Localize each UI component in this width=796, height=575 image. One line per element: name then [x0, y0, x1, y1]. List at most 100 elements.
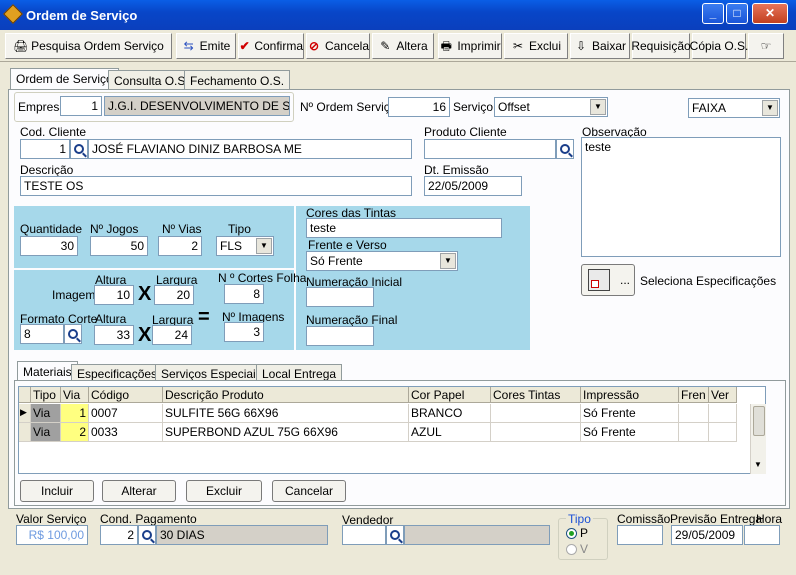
tab-ordem-servico[interactable]: Ordem de Serviço — [10, 68, 119, 90]
quantidade-field[interactable]: 30 — [20, 236, 78, 256]
grid-scrollbar[interactable]: ▼ — [750, 404, 766, 474]
jogos-field[interactable]: 50 — [90, 236, 148, 256]
tipo-group-label: Tipo — [566, 512, 593, 526]
table-cell[interactable]: SUPERBOND AZUL 75G 66X96 — [163, 423, 409, 442]
cancela-button[interactable]: ⊘ Cancela — [306, 33, 370, 59]
seleciona-spec-button[interactable]: ... — [581, 264, 635, 296]
column-header[interactable]: Cores Tintas — [491, 387, 581, 403]
subtab-local-entrega[interactable]: Local Entrega — [256, 364, 343, 381]
table-cell[interactable] — [491, 404, 581, 423]
column-header[interactable]: Fren — [679, 387, 709, 403]
subtab-especificacoes[interactable]: Especificações — [71, 364, 164, 381]
valor-servico-label: Valor Serviço — [16, 512, 87, 526]
cond-lookup-button[interactable] — [138, 525, 156, 545]
cond-code-field[interactable]: 2 — [100, 525, 138, 545]
cortes-field[interactable]: 8 — [224, 284, 264, 304]
imagem-altura-field[interactable]: 10 — [94, 285, 134, 305]
frente-verso-label: Frente e Verso — [308, 238, 387, 252]
maximize-button[interactable]: □ — [726, 3, 748, 24]
tab-fechamento-os[interactable]: Fechamento O.S. — [184, 70, 291, 90]
excluir-button[interactable]: Excluir — [186, 480, 262, 502]
table-cell[interactable]: BRANCO — [409, 404, 491, 423]
valor-servico-field[interactable]: R$ 100,00 — [16, 525, 88, 545]
chevron-down-icon[interactable]: ▼ — [256, 238, 272, 254]
column-header[interactable]: Código — [89, 387, 163, 403]
table-cell[interactable]: 1 — [61, 404, 89, 423]
confirma-button[interactable]: ✔ Confirma — [238, 33, 304, 59]
table-cell[interactable]: Via — [31, 404, 61, 423]
vendedor-code-field[interactable] — [342, 525, 386, 545]
incluir-button[interactable]: Incluir — [20, 480, 94, 502]
nimagens-field[interactable]: 3 — [224, 322, 264, 342]
table-cell[interactable] — [491, 423, 581, 442]
cliente-lookup-button[interactable] — [70, 139, 88, 159]
chevron-down-icon[interactable]: ▼ — [590, 99, 606, 115]
num-final-field[interactable] — [306, 326, 374, 346]
column-header[interactable]: Descrição Produto — [163, 387, 409, 403]
vendedor-lookup-button[interactable] — [386, 525, 404, 545]
cancelar-button[interactable]: Cancelar — [272, 480, 346, 502]
dt-emissao-field[interactable]: 22/05/2009 — [424, 176, 522, 196]
table-cell[interactable] — [679, 423, 709, 442]
table-cell[interactable]: Só Frente — [581, 404, 679, 423]
table-cell[interactable]: 0007 — [89, 404, 163, 423]
produto-lookup-button[interactable] — [556, 139, 574, 159]
vias-field[interactable]: 2 — [158, 236, 202, 256]
exit-button[interactable]: ☞ — [748, 33, 784, 59]
table-cell[interactable] — [679, 404, 709, 423]
table-cell[interactable]: AZUL — [409, 423, 491, 442]
os-number-field[interactable]: 16 — [388, 97, 450, 117]
tipo-v-radio[interactable]: V — [566, 542, 588, 556]
imprimir-button[interactable]: 🖶 Imprimir — [438, 33, 502, 59]
hora-field[interactable] — [744, 525, 780, 545]
requisicao-button[interactable]: Requisição — [631, 33, 691, 59]
column-header[interactable]: Tipo — [31, 387, 61, 403]
table-cell[interactable] — [709, 423, 737, 442]
column-header[interactable]: Via — [61, 387, 89, 403]
formato-largura-field[interactable]: 24 — [152, 325, 192, 345]
table-cell[interactable]: Só Frente — [581, 423, 679, 442]
chevron-down-icon[interactable]: ▼ — [754, 460, 762, 469]
formato-lookup-button[interactable] — [64, 324, 82, 344]
cortes-label: N º Cortes Folha — [218, 271, 307, 285]
subtab-materiais[interactable]: Materiais — [17, 361, 78, 381]
subtab-servicos-especiais[interactable]: Serviços Especiais — [155, 364, 268, 381]
baixar-button[interactable]: ⇩ Baixar — [570, 33, 630, 59]
minimize-button[interactable]: _ — [702, 3, 724, 24]
table-cell[interactable]: Via — [31, 423, 61, 442]
table-cell[interactable]: SULFITE 56G 66X96 — [163, 404, 409, 423]
formato-altura-field[interactable]: 33 — [94, 325, 134, 345]
tab-consulta-os[interactable]: Consulta O.S. — [108, 70, 195, 90]
formato-corte-field[interactable]: 8 — [20, 324, 64, 344]
scroll-thumb[interactable] — [753, 406, 765, 436]
materiais-grid[interactable]: Tipo Via Código Descrição Produto Cor Pa… — [18, 386, 766, 474]
observacao-textarea[interactable]: teste — [581, 137, 781, 257]
column-header[interactable]: Ver — [709, 387, 737, 403]
cliente-code-field[interactable]: 1 — [20, 139, 70, 159]
copia-os-button[interactable]: Cópia O.S. — [690, 33, 748, 59]
descricao-field[interactable]: TESTE OS — [20, 176, 412, 196]
empresa-code-field[interactable]: 1 — [60, 96, 102, 116]
comissao-field[interactable] — [617, 525, 663, 545]
close-button[interactable]: ✕ — [752, 3, 788, 24]
chevron-down-icon[interactable]: ▼ — [440, 253, 456, 269]
chevron-down-icon[interactable]: ▼ — [762, 100, 778, 116]
column-header[interactable]: Cor Papel — [409, 387, 491, 403]
num-inicial-field[interactable] — [306, 287, 374, 307]
cores-tintas-field[interactable]: teste — [306, 218, 502, 238]
table-cell[interactable]: 2 — [61, 423, 89, 442]
imagem-largura-field[interactable]: 20 — [154, 285, 194, 305]
exclui-button[interactable]: ✂ Exclui — [504, 33, 568, 59]
alterar-button[interactable]: Alterar — [102, 480, 176, 502]
emite-button[interactable]: ⇆ Emite — [176, 33, 236, 59]
altera-button[interactable]: ✎ Altera — [372, 33, 434, 59]
table-cell[interactable]: 0033 — [89, 423, 163, 442]
pesquisa-os-button[interactable]: 🖨 Pesquisa Ordem Serviço — [5, 33, 172, 59]
tipo-p-radio[interactable]: P — [566, 526, 588, 540]
previsao-entrega-field[interactable]: 29/05/2009 — [671, 525, 743, 545]
column-header[interactable]: Impressão — [581, 387, 679, 403]
produto-cliente-field[interactable] — [424, 139, 556, 159]
frente-verso-select[interactable]: Só Frente — [306, 251, 458, 271]
table-cell[interactable] — [709, 404, 737, 423]
current-row-icon: ▶ — [19, 404, 31, 423]
